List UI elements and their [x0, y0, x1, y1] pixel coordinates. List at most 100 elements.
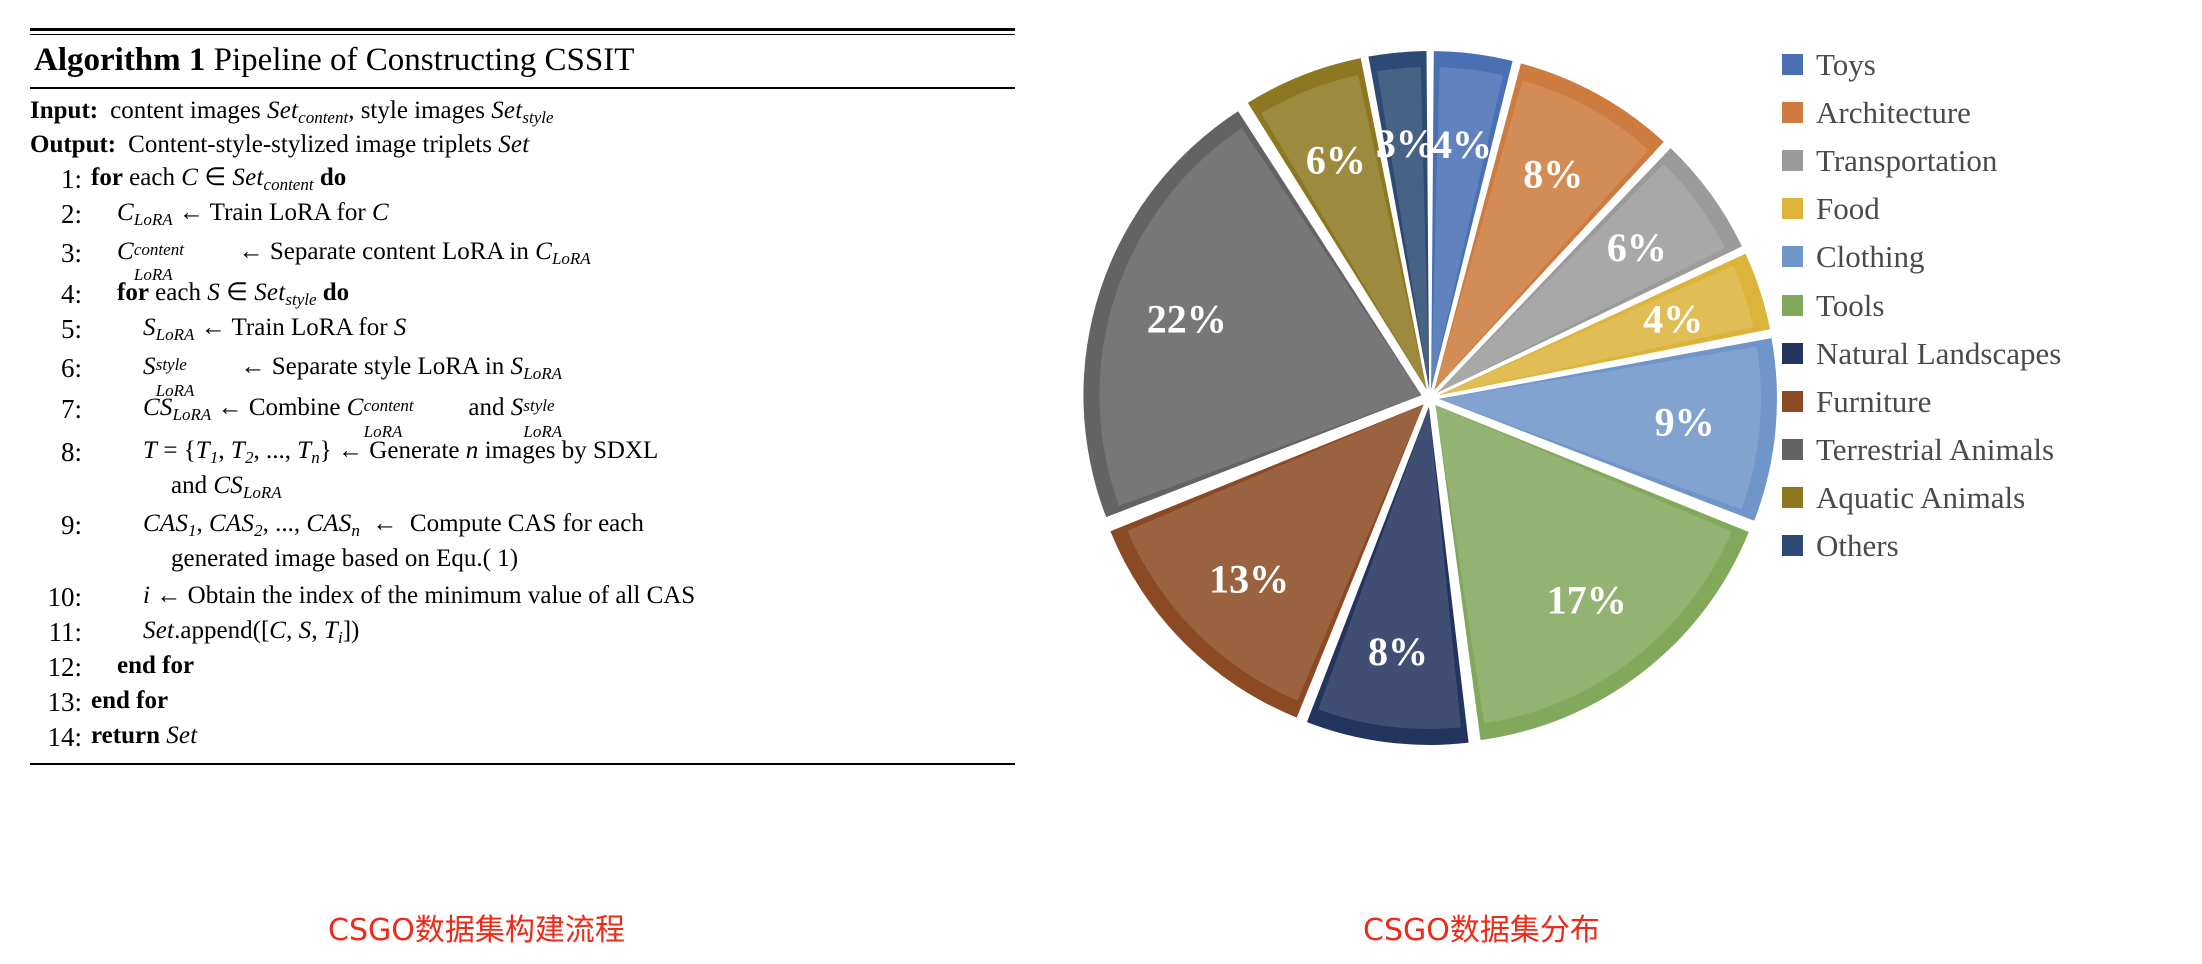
pie-slice-label: 3%: [1376, 121, 1436, 166]
step-text: CLoRA ← Train LoRA for C: [117, 198, 389, 229]
algorithm-title: Algorithm 1 Pipeline of Constructing CSS…: [30, 35, 1015, 87]
step-text: CAS1, CAS2, ..., CASn ← Compute CAS for …: [143, 510, 644, 540]
caption-left: CSGO数据集构建流程: [328, 913, 625, 948]
algorithm-step-13: 13: end for: [30, 685, 1015, 720]
algorithm-step-3: 3: Ccontent LoRA ← Separate content LoRA …: [30, 236, 1015, 285]
input-label: Input:: [30, 97, 99, 125]
step-text: Sstyle LoRA ← Separate style LoRA in SLoR…: [143, 353, 562, 400]
step-text: Set.append([C, S, Ti]): [143, 616, 360, 647]
legend-swatch-icon: [1782, 149, 1803, 171]
legend-item-tools[interactable]: Tools: [1782, 281, 2202, 329]
algorithm-step-11: 11: Set.append([C, S, Ti]): [30, 615, 1015, 650]
algorithm-step-8-cont: and CSLoRA: [30, 470, 1015, 504]
step-number: 13:: [47, 687, 82, 718]
pie-slice-label: 6%: [1607, 225, 1667, 270]
algorithm-step-6: 6: Sstyle LoRA ← Separate style LoRA in S…: [30, 351, 1015, 400]
pie-slice-label: 8%: [1523, 151, 1583, 196]
legend-item-toys[interactable]: Toys: [1782, 40, 2202, 88]
legend-swatch-icon: [1782, 487, 1803, 509]
pie-slice-label: 9%: [1655, 400, 1715, 445]
step-number: 5:: [60, 314, 82, 345]
legend-label: Transportation: [1816, 142, 1998, 178]
step-number: 12:: [47, 652, 82, 683]
pie-slice-label: 6%: [1306, 138, 1366, 183]
algorithm-step-9-cont: generated image based on Equ.( 1): [30, 543, 1015, 576]
legend-swatch-icon: [1782, 294, 1803, 316]
algorithm-title-rest: Pipeline of Constructing CSSIT: [213, 42, 635, 78]
step-text: CSLoRA ← Combine Ccontent LoRA and Sstyle…: [143, 394, 563, 441]
legend-label: Food: [1816, 191, 1880, 227]
pie-slice-label: 13%: [1209, 556, 1289, 601]
legend-item-furniture[interactable]: Furniture: [1782, 377, 2202, 425]
legend-item-architecture[interactable]: Architecture: [1782, 88, 2202, 136]
step-number: 11:: [48, 616, 83, 647]
legend-swatch-icon: [1782, 198, 1803, 220]
algorithm-output-line: Output: Content-style-stylized image tri…: [30, 129, 1015, 162]
step-number: 7:: [60, 394, 82, 425]
legend: Toys Architecture Transportation Food Cl…: [1782, 40, 2202, 570]
pie-slice-label: 4%: [1643, 296, 1703, 341]
algorithm-body: Input: content images Setcontent, style …: [30, 89, 1015, 763]
algorithm-step-9: 9: CAS1, CAS2, ..., CASn ← Compute CAS f…: [30, 508, 1015, 543]
step-number: 10:: [47, 581, 82, 612]
legend-label: Others: [1816, 528, 1899, 564]
pie-slice-label: 4%: [1432, 122, 1492, 167]
algorithm-step-2: 2: CLoRA ← Train LoRA for C: [30, 197, 1015, 232]
legend-swatch-icon: [1782, 535, 1803, 557]
output-label: Output:: [30, 131, 117, 159]
algorithm-block: Algorithm 1 Pipeline of Constructing CSS…: [30, 28, 1015, 766]
step-text-cont: and CSLoRA: [171, 472, 282, 503]
legend-swatch-icon: [1782, 53, 1803, 75]
algorithm-step-1: 1: for each C ∈ Setcontent do: [30, 162, 1015, 197]
legend-swatch-icon: [1782, 246, 1803, 268]
step-number: 8:: [60, 437, 82, 468]
legend-item-aquatic-animals[interactable]: Aquatic Animals: [1782, 474, 2202, 522]
step-text: end for: [91, 687, 169, 715]
legend-swatch-icon: [1782, 439, 1803, 461]
algorithm-step-12: 12: end for: [30, 650, 1015, 685]
legend-item-food[interactable]: Food: [1782, 185, 2202, 233]
step-text: i ← Obtain the index of the minimum valu…: [143, 581, 696, 609]
step-number: 3:: [60, 237, 82, 268]
legend-label: Aquatic Animals: [1816, 480, 2026, 516]
step-text: Ccontent LoRA ← Separate content LoRA in …: [117, 237, 591, 285]
step-number: 9:: [60, 510, 82, 541]
legend-label: Toys: [1816, 46, 1876, 82]
legend-item-natural-landscapes[interactable]: Natural Landscapes: [1782, 329, 2202, 377]
step-text: for each S ∈ Setstyle do: [117, 278, 350, 309]
algorithm-input-line: Input: content images Setcontent, style …: [30, 95, 1015, 129]
legend-swatch-icon: [1782, 390, 1803, 412]
legend-label: Natural Landscapes: [1816, 335, 2062, 371]
legend-swatch-icon: [1782, 101, 1803, 123]
legend-item-transportation[interactable]: Transportation: [1782, 136, 2202, 184]
legend-label: Architecture: [1816, 94, 1971, 130]
legend-label: Terrestrial Animals: [1816, 432, 2055, 468]
step-text-cont: generated image based on Equ.( 1): [171, 545, 519, 573]
step-number: 4:: [60, 278, 82, 309]
legend-label: Tools: [1816, 287, 1885, 323]
step-number: 14:: [47, 722, 82, 753]
input-text: content images Setcontent, style images …: [110, 97, 554, 128]
legend-swatch-icon: [1782, 342, 1803, 364]
step-number: 2:: [60, 198, 82, 229]
pie-slice-label: 22%: [1147, 296, 1227, 341]
algorithm-step-5: 5: SLoRA ← Train LoRA for S: [30, 312, 1015, 347]
algorithm-step-4: 4: for each S ∈ Setstyle do: [30, 277, 1015, 312]
legend-item-terrestrial-animals[interactable]: Terrestrial Animals: [1782, 426, 2202, 474]
step-text: return Set: [91, 722, 198, 750]
step-text: SLoRA ← Train LoRA for S: [143, 314, 407, 344]
step-number: 6:: [60, 353, 82, 384]
pie-chart: 4%8%6%4%9%17%8%13%22%6% 3%: [1083, 51, 1777, 745]
algorithm-step-14: 14: return Set: [30, 720, 1015, 755]
output-text: Content-style-stylized image triplets Se…: [128, 131, 530, 159]
legend-label: Clothing: [1816, 239, 1925, 275]
algorithm-title-bold: Algorithm 1: [34, 42, 206, 78]
step-text: for each C ∈ Setcontent do: [91, 163, 347, 194]
pie-slice-label: 17%: [1547, 578, 1627, 623]
algorithm-bottom-rule: [30, 763, 1015, 766]
algorithm-top-rule: [30, 28, 1015, 35]
caption-right: CSGO数据集分布: [1363, 913, 1600, 948]
legend-item-others[interactable]: Others: [1782, 522, 2202, 570]
algorithm-step-10: 10: i ← Obtain the index of the minimum …: [30, 580, 1015, 615]
legend-item-clothing[interactable]: Clothing: [1782, 233, 2202, 281]
